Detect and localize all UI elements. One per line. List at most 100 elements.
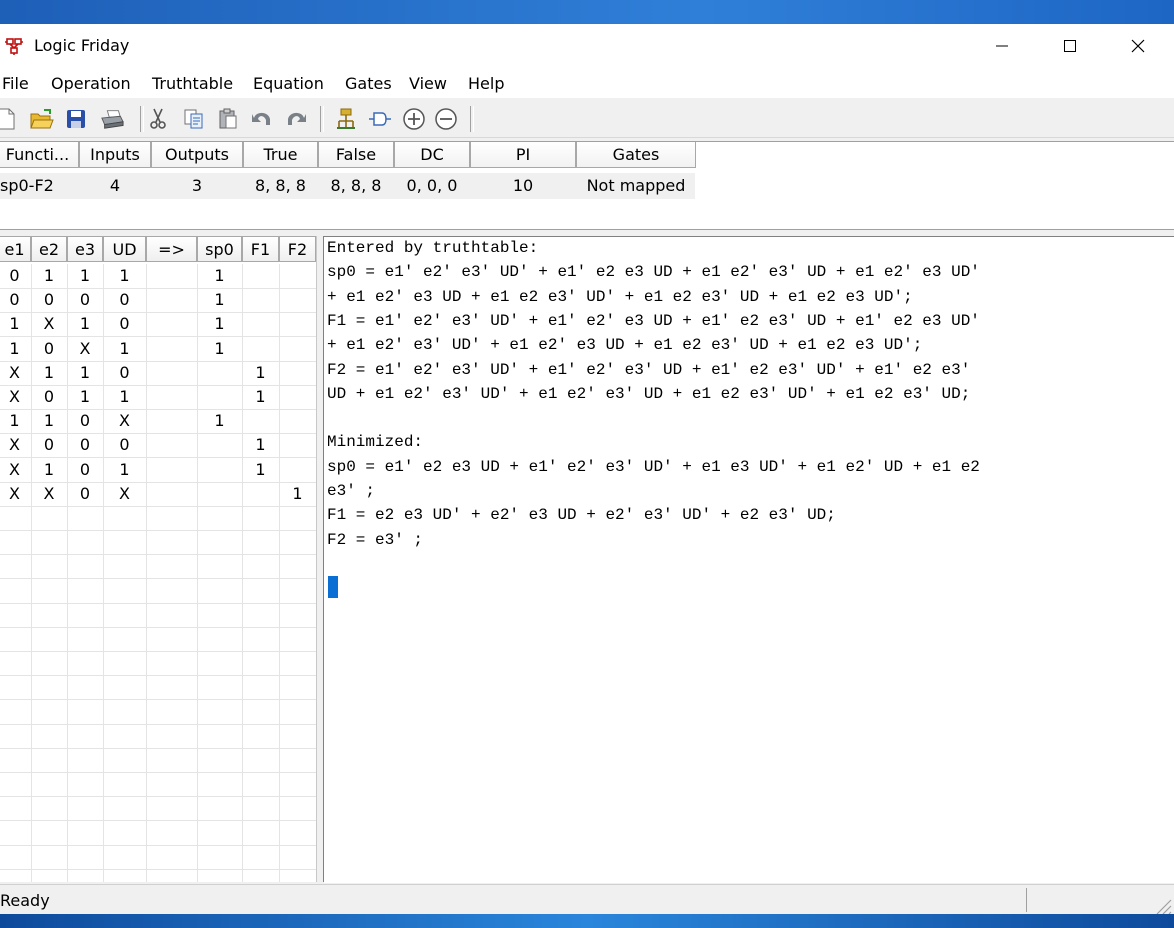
menu-operation[interactable]: Operation <box>51 74 131 93</box>
column-header-outputs[interactable]: Outputs <box>151 142 243 168</box>
tt-header-sp0[interactable]: sp0 <box>197 236 242 262</box>
table-row[interactable] <box>0 772 316 798</box>
tt-cell-e2: 1 <box>43 362 55 382</box>
close-button[interactable] <box>1104 24 1172 68</box>
menu-help[interactable]: Help <box>468 74 504 93</box>
table-row[interactable] <box>0 724 316 749</box>
add-button[interactable] <box>402 107 426 131</box>
open-button[interactable] <box>30 107 54 131</box>
menu-file[interactable]: File <box>2 74 29 93</box>
tt-header-arrow[interactable]: => <box>146 236 197 262</box>
table-row[interactable] <box>0 869 316 882</box>
table-row[interactable]: X 0 1 1 1 <box>0 385 316 410</box>
menu-truthtable[interactable]: Truthtable <box>152 74 233 93</box>
save-button[interactable] <box>64 107 88 131</box>
table-row[interactable] <box>0 530 316 556</box>
desktop-background-top <box>0 0 1174 24</box>
tt-cell-e1: 0 <box>9 290 20 310</box>
function-false: 8, 8, 8 <box>330 176 382 195</box>
function-gates: Not mapped <box>586 176 686 195</box>
tt-header-f1[interactable]: F1 <box>242 236 279 262</box>
column-header-function[interactable]: Functi... <box>0 142 79 168</box>
equation-line: e3' ; <box>327 482 376 500</box>
table-row[interactable] <box>0 506 316 531</box>
status-bar: Ready <box>0 884 1174 914</box>
table-row[interactable]: X 1 1 0 1 <box>0 361 316 386</box>
tt-cell-e1: X <box>9 387 20 406</box>
table-row[interactable] <box>0 748 316 773</box>
resize-grip-icon[interactable] <box>1152 895 1172 914</box>
redo-button[interactable] <box>284 107 308 131</box>
minimize-icon <box>996 45 1008 47</box>
tt-cell-e1: X <box>9 483 20 503</box>
equation-line: Entered by truthtable: <box>327 239 539 257</box>
table-row[interactable]: 0 1 1 1 1 <box>0 264 316 289</box>
table-row[interactable] <box>0 700 316 725</box>
copy-button[interactable] <box>182 107 206 131</box>
column-header-inputs[interactable]: Inputs <box>79 142 151 168</box>
table-row[interactable]: 1 X 1 0 1 <box>0 312 316 338</box>
column-header-dc[interactable]: DC <box>394 142 470 168</box>
tt-cell-e3: 0 <box>79 483 91 503</box>
table-row[interactable] <box>0 579 316 604</box>
column-header-pi[interactable]: PI <box>470 142 576 168</box>
table-row[interactable]: 1 1 0 X 1 <box>0 409 316 435</box>
column-header-false[interactable]: False <box>318 142 394 168</box>
new-button[interactable] <box>0 107 18 131</box>
menu-gates[interactable]: Gates <box>345 74 392 93</box>
buffer-icon <box>369 112 391 126</box>
menu-equation[interactable]: Equation <box>253 74 324 93</box>
pane-splitter[interactable] <box>316 236 324 882</box>
gate-icon <box>337 108 355 129</box>
cut-icon <box>150 108 166 129</box>
buffer-button[interactable] <box>368 107 392 131</box>
table-row[interactable]: X X 0 X 1 <box>0 482 316 507</box>
table-row[interactable] <box>0 651 316 677</box>
tt-header-ud[interactable]: UD <box>103 236 146 262</box>
remove-button[interactable] <box>434 107 458 131</box>
truth-table: e1 e2 e3 UD => sp0 F1 F2 01111000011X101… <box>0 236 317 882</box>
tt-cell-e3: 1 <box>79 362 91 382</box>
table-row[interactable] <box>0 627 316 652</box>
print-button[interactable] <box>100 107 124 131</box>
column-header-gates[interactable]: Gates <box>576 142 696 168</box>
table-row[interactable] <box>0 554 316 580</box>
tt-cell-f1: 1 <box>255 362 266 382</box>
status-panel <box>1026 888 1173 912</box>
menu-view[interactable]: View <box>409 74 447 93</box>
tt-cell-ud: X <box>119 483 130 503</box>
table-row[interactable] <box>0 603 316 628</box>
tt-cell-ud: 1 <box>119 387 130 406</box>
equation-line: sp0 = e1' e2' e3' UD' + e1' e2 e3 UD + e… <box>327 263 980 282</box>
tt-header-e2[interactable]: e2 <box>31 236 67 262</box>
table-row[interactable]: 1 0 X 1 1 <box>0 337 316 362</box>
column-header-true[interactable]: True <box>243 142 318 168</box>
tt-cell-ud: 0 <box>119 290 130 310</box>
undo-icon <box>252 112 270 125</box>
table-row[interactable] <box>0 821 316 846</box>
tt-cell-e2: 0 <box>43 435 55 455</box>
tt-header-e1[interactable]: e1 <box>0 236 31 262</box>
tt-cell-e1: 1 <box>9 338 20 358</box>
equation-pane[interactable]: Entered by truthtable: sp0 = e1' e2' e3' … <box>324 236 1174 883</box>
cut-button[interactable] <box>146 107 170 131</box>
tt-cell-e1: 1 <box>9 314 20 334</box>
table-row[interactable] <box>0 675 316 701</box>
table-row[interactable]: X 1 0 1 1 <box>0 458 316 483</box>
tt-cell-e2: 1 <box>43 411 55 431</box>
tt-cell-ud: X <box>119 411 130 431</box>
table-row[interactable]: 0 0 0 0 1 <box>0 288 316 314</box>
paste-button[interactable] <box>216 107 240 131</box>
tt-header-e3[interactable]: e3 <box>67 236 103 262</box>
tt-cell-sp0: 1 <box>214 266 225 285</box>
table-row[interactable]: X 0 0 0 1 <box>0 433 316 459</box>
maximize-button[interactable] <box>1036 24 1104 68</box>
function-row[interactable]: sp0-F2 4 3 8, 8, 8 8, 8, 8 0, 0, 0 10 No… <box>0 173 695 199</box>
gate-button[interactable] <box>334 107 358 131</box>
minimize-button[interactable] <box>968 24 1036 68</box>
tt-cell-ud: 1 <box>119 459 130 479</box>
table-row[interactable] <box>0 845 316 870</box>
tt-header-f2[interactable]: F2 <box>279 236 316 262</box>
undo-button[interactable] <box>250 107 274 131</box>
table-row[interactable] <box>0 796 316 822</box>
